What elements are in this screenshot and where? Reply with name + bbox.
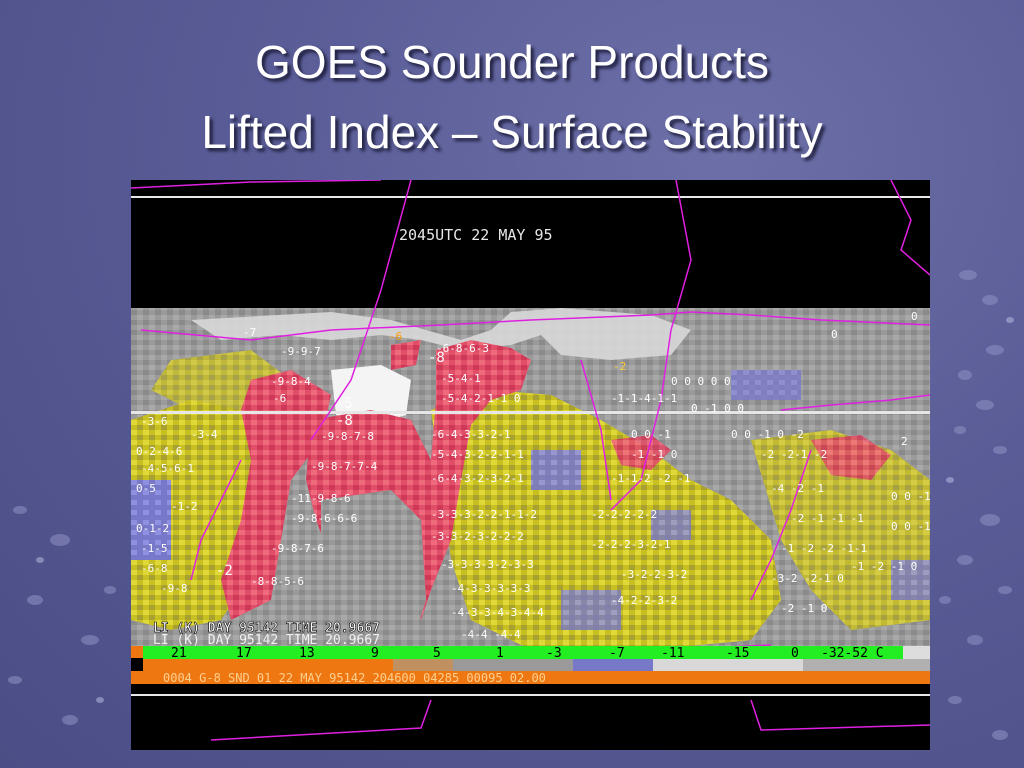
svg-text:-11-9-8-6: -11-9-8-6 <box>291 492 351 505</box>
colorbar-value: -15 <box>726 646 749 661</box>
colorbar-value: 21 <box>171 646 187 661</box>
map-label: -2 <box>613 360 626 373</box>
svg-text:-1-5: -1-5 <box>141 542 168 555</box>
lifted-index-map: -3-6-3-4 0-2-4-6-4-5-6-1 0-5-1-2 0-1-2-1… <box>131 180 930 750</box>
colorbar-value: -7 <box>609 646 625 661</box>
svg-text:-5-4-3-2-2-1-1: -5-4-3-2-2-1-1 <box>431 448 524 461</box>
svg-text:-9-8: -9-8 <box>161 582 188 595</box>
svg-text:0-5: 0-5 <box>136 482 156 495</box>
colorbar-value: 1 <box>496 646 504 661</box>
svg-text:-3-2 -2-1 0: -3-2 -2-1 0 <box>771 572 844 585</box>
svg-text:-3-2-2-3-2: -3-2-2-3-2 <box>621 568 687 581</box>
svg-text:-1 -1 0: -1 -1 0 <box>631 448 677 461</box>
svg-text:0 0 -1: 0 0 -1 <box>891 490 930 503</box>
top-divider-line <box>131 196 930 198</box>
map-label: -6 <box>389 330 402 343</box>
colorbar-value: -32-52 C <box>821 646 884 661</box>
svg-text:0-2-4-6: 0-2-4-6 <box>136 445 182 458</box>
image-timestamp: 2045UTC 22 MAY 95 <box>399 226 553 244</box>
scan-line <box>131 411 930 414</box>
svg-text:-5-4-2-1-1 0: -5-4-2-1-1 0 <box>441 392 520 405</box>
colorbar-value: 17 <box>236 646 252 661</box>
slide-title-line-1: GOES Sounder Products <box>255 36 769 88</box>
svg-text:-9-8-7-8: -9-8-7-8 <box>321 430 374 443</box>
svg-text:0: 0 <box>831 328 838 341</box>
map-label: -5 <box>336 396 353 412</box>
svg-text:-1-1-2 -2 -1: -1-1-2 -2 -1 <box>611 472 690 485</box>
footer-text: 0004 G-8 SND 01 22 MAY 95142 204600 0428… <box>163 671 546 685</box>
svg-text:-9-8-7-6: -9-8-7-6 <box>271 542 324 555</box>
map-label: -8 <box>336 413 353 429</box>
svg-text:0 -1 0 0: 0 -1 0 0 <box>691 402 744 415</box>
svg-text:-4-5-6-1: -4-5-6-1 <box>141 462 194 475</box>
map-label: -7 <box>243 326 256 339</box>
svg-text:-4-4 -4-4: -4-4 -4-4 <box>461 628 521 641</box>
colorbar <box>143 646 903 659</box>
svg-text:-4-3-3-4-3-4-4: -4-3-3-4-3-4-4 <box>451 606 544 619</box>
colorbar-value: -3 <box>546 646 562 661</box>
svg-text:-1-1-4-1-1: -1-1-4-1-1 <box>611 392 677 405</box>
svg-text:-6-4-3-3-2-1: -6-4-3-3-2-1 <box>431 428 510 441</box>
svg-text:-2-2-2-3-2-1: -2-2-2-3-2-1 <box>591 538 670 551</box>
svg-text:-9-8-6-6-6: -9-8-6-6-6 <box>291 512 357 525</box>
svg-text:-3-3-3-3-2-3-3: -3-3-3-3-2-3-3 <box>441 558 534 571</box>
svg-text:-3-3-2-3-2-2-2: -3-3-2-3-2-2-2 <box>431 530 524 543</box>
svg-text:-4 -2 -1: -4 -2 -1 <box>771 482 824 495</box>
svg-text:-3-4: -3-4 <box>191 428 218 441</box>
svg-text:0 0 -1 0: 0 0 -1 0 <box>891 520 930 533</box>
svg-text:0-1-2: 0-1-2 <box>136 522 169 535</box>
map-label: -2 <box>216 563 233 579</box>
svg-text:0 0 -1 0 -2: 0 0 -1 0 -2 <box>731 428 804 441</box>
svg-text:-2 -2-1 -2: -2 -2-1 -2 <box>761 448 827 461</box>
svg-text:-1 -2 -1 0: -1 -2 -1 0 <box>851 560 917 573</box>
colorbar-value: 5 <box>433 646 441 661</box>
svg-text:0: 0 <box>911 310 918 323</box>
slide-title-line-2: Lifted Index – Surface Stability <box>201 106 823 158</box>
svg-text:2: 2 <box>901 435 908 448</box>
svg-text:-2-2-2-2-2: -2-2-2-2-2 <box>591 508 657 521</box>
svg-text:-6-8: -6-8 <box>141 562 168 575</box>
svg-text:-8-8-5-6: -8-8-5-6 <box>251 575 304 588</box>
svg-text:-9-8-4: -9-8-4 <box>271 375 311 388</box>
colorbar-value: -11 <box>661 646 684 661</box>
svg-text:-9-9-7: -9-9-7 <box>281 345 321 358</box>
svg-text:-9-8-7-7-4: -9-8-7-7-4 <box>311 460 378 473</box>
svg-text:-1-2: -1-2 <box>171 500 198 513</box>
map-label: -6 <box>273 392 286 405</box>
svg-text:-4-2-2-3-2: -4-2-2-3-2 <box>611 594 677 607</box>
svg-text:-2 -1 0: -2 -1 0 <box>781 602 827 615</box>
svg-text:-6-4-3-2-3-2-1: -6-4-3-2-3-2-1 <box>431 472 524 485</box>
svg-text:-1 -2 -2 -1-1: -1 -2 -2 -1-1 <box>781 542 867 555</box>
colorbar-value: 0 <box>791 646 799 661</box>
svg-text:-3-3-3-2-2-1-1-2: -3-3-3-2-2-1-1-2 <box>431 508 537 521</box>
svg-text:-3-6: -3-6 <box>141 415 168 428</box>
svg-text:0 0 -1: 0 0 -1 <box>631 428 671 441</box>
svg-text:-2 -1 -1 -1: -2 -1 -1 -1 <box>791 512 864 525</box>
map-label: -8 <box>428 350 445 366</box>
svg-text:0 0 0 0 0: 0 0 0 0 0 <box>671 375 731 388</box>
svg-text:-5-4-1: -5-4-1 <box>441 372 481 385</box>
overlay-label-shadow: LI (K) DAY 95142 TIME 20.9667 <box>153 633 380 648</box>
colorbar-value: 13 <box>299 646 315 661</box>
colorbar-value: 9 <box>371 646 379 661</box>
satellite-image: -3-6 -3-4 0-2-4-6 -4-5-6-1 0-5 -1-2 0-1-2 -1… <box>131 180 930 750</box>
svg-text:-4-3-3-3-3-3: -4-3-3-3-3-3 <box>451 582 530 595</box>
